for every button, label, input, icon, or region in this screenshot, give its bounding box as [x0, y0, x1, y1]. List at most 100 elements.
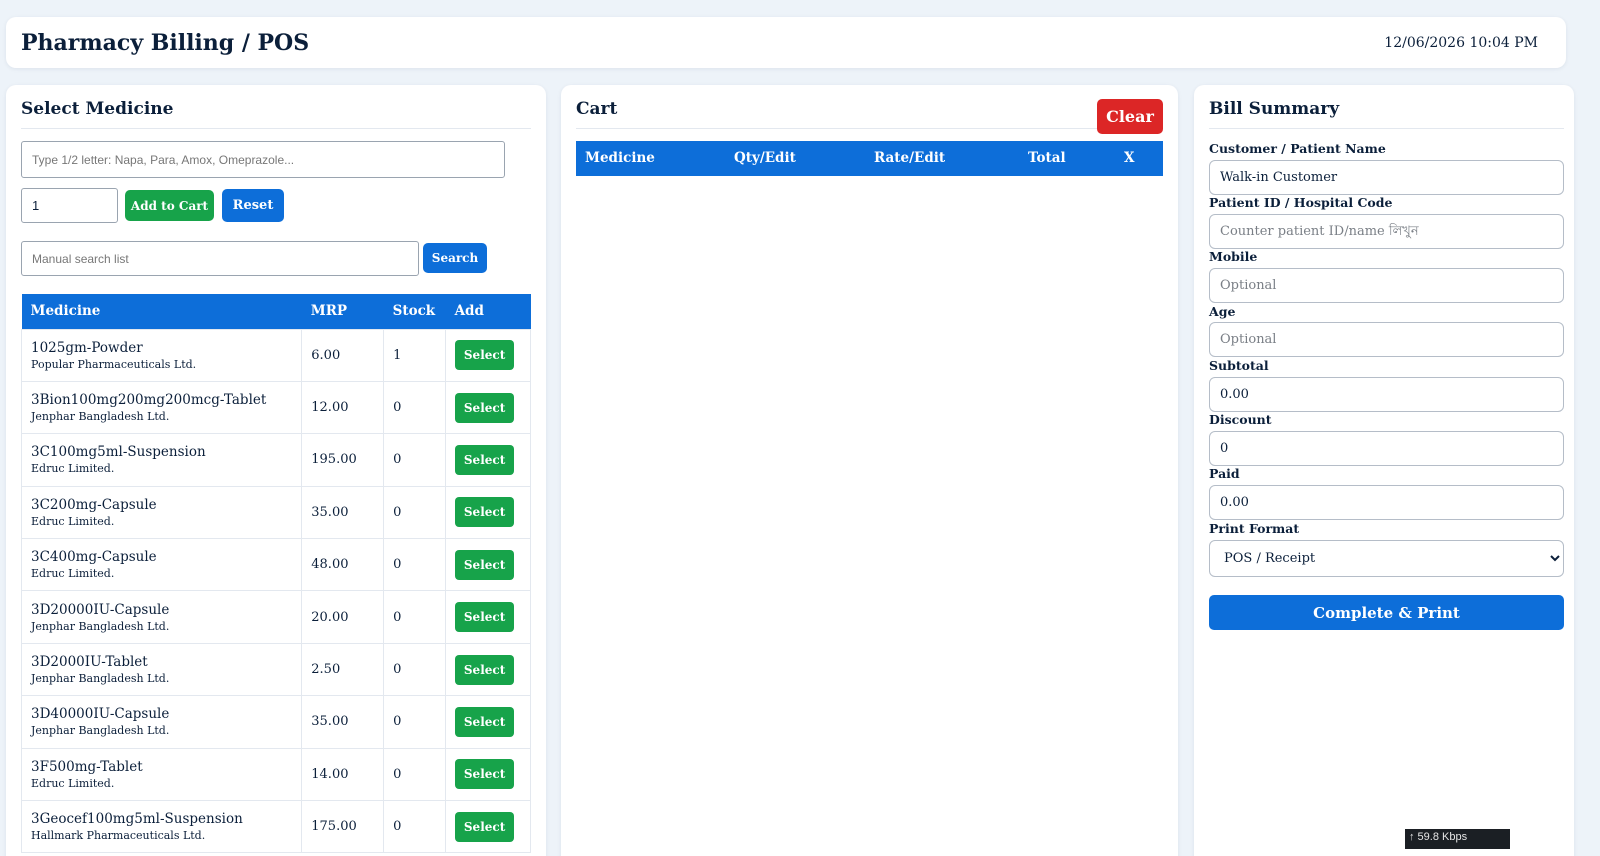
medicine-row: 3D40000IU-Capsule Jenphar Bangladesh Ltd.… — [20, 695, 531, 749]
reset-button[interactable]: Reset — [222, 189, 284, 222]
medicine-name: 3D20000IU-Capsule — [31, 601, 170, 618]
cart-col-remove: X — [1124, 150, 1135, 166]
add-cell: Select — [445, 590, 531, 644]
cart-col-total: Total — [1028, 150, 1066, 166]
mrp-cell: 195.00 — [301, 433, 385, 487]
select-medicine-button[interactable]: Select — [455, 497, 515, 528]
stock-cell: 0 — [383, 800, 447, 854]
medicine-table-body: 1025gm-Powder Popular Pharmaceuticals Ltd… — [20, 328, 531, 854]
mrp-cell: 20.00 — [301, 590, 385, 644]
print-format-label: Print Format — [1209, 521, 1300, 536]
manufacturer-name: Jenphar Bangladesh Ltd. — [31, 410, 170, 424]
complete-and-print-button[interactable]: Complete & Print — [1209, 595, 1564, 630]
divider — [1209, 128, 1564, 129]
select-medicine-title: Select Medicine — [21, 99, 174, 119]
mrp-cell: 35.00 — [301, 485, 385, 540]
medicine-row: 3D2000IU-Tablet Jenphar Bangladesh Ltd. 2.… — [20, 642, 531, 697]
medicine-cell: 1025gm-Powder Popular Pharmaceuticals Ltd… — [20, 328, 303, 382]
page-title: Pharmacy Billing / POS — [21, 29, 310, 56]
medicine-name: 3C100mg5ml-Suspension — [31, 444, 206, 461]
col-stock: Stock — [383, 294, 446, 329]
stock-cell: 0 — [383, 380, 447, 435]
mrp-cell: 2.50 — [301, 642, 385, 697]
select-medicine-button[interactable]: Select — [455, 340, 515, 371]
medicine-row: 3D20000IU-Capsule Jenphar Bangladesh Ltd.… — [20, 590, 531, 644]
manual-search-input[interactable] — [21, 241, 419, 276]
manufacturer-name: Edruc Limited. — [31, 462, 115, 476]
datetime-display: 12/06/2026 10:04 PM — [1384, 34, 1538, 51]
select-medicine-button[interactable]: Select — [455, 654, 515, 685]
medicine-cell: 3D2000IU-Tablet Jenphar Bangladesh Ltd. — [20, 642, 303, 697]
medicine-table-header: Medicine MRP Stock Add — [21, 294, 531, 329]
medicine-cell: 3C100mg5ml-Suspension Edruc Limited. — [20, 433, 303, 487]
medicine-search-input[interactable] — [21, 141, 505, 178]
add-cell: Select — [445, 800, 531, 854]
select-medicine-button[interactable]: Select — [455, 706, 515, 737]
mrp-cell: 48.00 — [301, 538, 385, 592]
mrp-cell: 12.00 — [301, 380, 385, 435]
stock-cell: 0 — [383, 642, 447, 697]
quantity-input[interactable] — [21, 188, 118, 223]
subtotal-input[interactable] — [1209, 377, 1564, 412]
add-cell: Select — [445, 380, 531, 435]
mobile-label: Mobile — [1209, 249, 1258, 264]
subtotal-label: Subtotal — [1209, 358, 1269, 373]
app-header: Pharmacy Billing / POS 12/06/2026 10:04 … — [6, 17, 1566, 68]
medicine-row: 1025gm-Powder Popular Pharmaceuticals Ltd… — [20, 328, 531, 382]
col-add: Add — [445, 294, 531, 329]
bill-summary-title: Bill Summary — [1209, 99, 1340, 119]
mrp-cell: 14.00 — [301, 747, 385, 802]
mrp-cell: 6.00 — [301, 328, 385, 382]
medicine-row: 3C200mg-Capsule Edruc Limited. 35.00 0 Selec… — [20, 485, 531, 540]
select-medicine-button[interactable]: Select — [455, 444, 515, 475]
cart-col-qty: Qty/Edit — [734, 150, 796, 166]
medicine-name: 3Geocef100mg5ml-Suspension — [31, 811, 243, 828]
discount-label: Discount — [1209, 412, 1272, 427]
cart-col-rate: Rate/Edit — [874, 150, 946, 166]
patient-id-label: Patient ID / Hospital Code — [1209, 195, 1393, 210]
customer-name-label: Customer / Patient Name — [1209, 141, 1386, 156]
add-to-cart-button[interactable]: Add to Cart — [125, 190, 214, 221]
stock-cell: 1 — [383, 328, 447, 382]
medicine-cell: 3Geocef100mg5ml-Suspension Hallmark Pharm… — [20, 800, 303, 854]
medicine-name: 3D2000IU-Tablet — [31, 654, 148, 671]
print-format-select[interactable]: POS / Receipt — [1209, 540, 1564, 577]
add-cell: Select — [445, 485, 531, 540]
medicine-name: 1025gm-Powder — [31, 339, 143, 356]
paid-label: Paid — [1209, 466, 1240, 481]
manufacturer-name: Jenphar Bangladesh Ltd. — [31, 724, 170, 738]
mobile-input[interactable] — [1209, 268, 1564, 303]
add-cell: Select — [445, 328, 531, 382]
discount-input[interactable] — [1209, 431, 1564, 466]
stock-cell: 0 — [383, 538, 447, 592]
select-medicine-button[interactable]: Select — [455, 549, 515, 580]
age-label: Age — [1209, 304, 1236, 319]
search-button[interactable]: Search — [423, 243, 487, 273]
stock-cell: 0 — [383, 695, 447, 749]
manufacturer-name: Hallmark Pharmaceuticals Ltd. — [31, 829, 206, 843]
select-medicine-button[interactable]: Select — [455, 392, 515, 423]
stock-cell: 0 — [383, 747, 447, 802]
medicine-cell: 3D40000IU-Capsule Jenphar Bangladesh Ltd. — [20, 695, 303, 749]
stock-cell: 0 — [383, 590, 447, 644]
medicine-row: 3C100mg5ml-Suspension Edruc Limited. 195.0… — [20, 433, 531, 487]
select-medicine-button[interactable]: Select — [455, 759, 515, 790]
medicine-name: 3C400mg-Capsule — [31, 549, 157, 566]
stock-cell: 0 — [383, 433, 447, 487]
network-speed-indicator: ↑ 59.8 Kbps — [1405, 829, 1510, 849]
medicine-row: 3Bion100mg200mg200mcg-Tablet Jenphar Bang… — [20, 380, 531, 435]
select-medicine-button[interactable]: Select — [455, 811, 515, 842]
paid-input[interactable] — [1209, 485, 1564, 520]
add-cell: Select — [445, 538, 531, 592]
medicine-row: 3F500mg-Tablet Edruc Limited. 14.00 0 Select — [20, 747, 531, 802]
select-medicine-button[interactable]: Select — [455, 602, 515, 633]
mrp-cell: 175.00 — [301, 800, 385, 854]
manufacturer-name: Jenphar Bangladesh Ltd. — [31, 619, 170, 633]
patient-id-input[interactable] — [1209, 214, 1564, 249]
customer-name-input[interactable] — [1209, 160, 1564, 195]
medicine-name: 3F500mg-Tablet — [31, 758, 143, 775]
age-input[interactable] — [1209, 322, 1564, 357]
add-cell: Select — [445, 642, 531, 697]
medicine-name: 3Bion100mg200mg200mcg-Tablet — [31, 392, 267, 409]
clear-cart-button[interactable]: Clear — [1097, 99, 1163, 134]
